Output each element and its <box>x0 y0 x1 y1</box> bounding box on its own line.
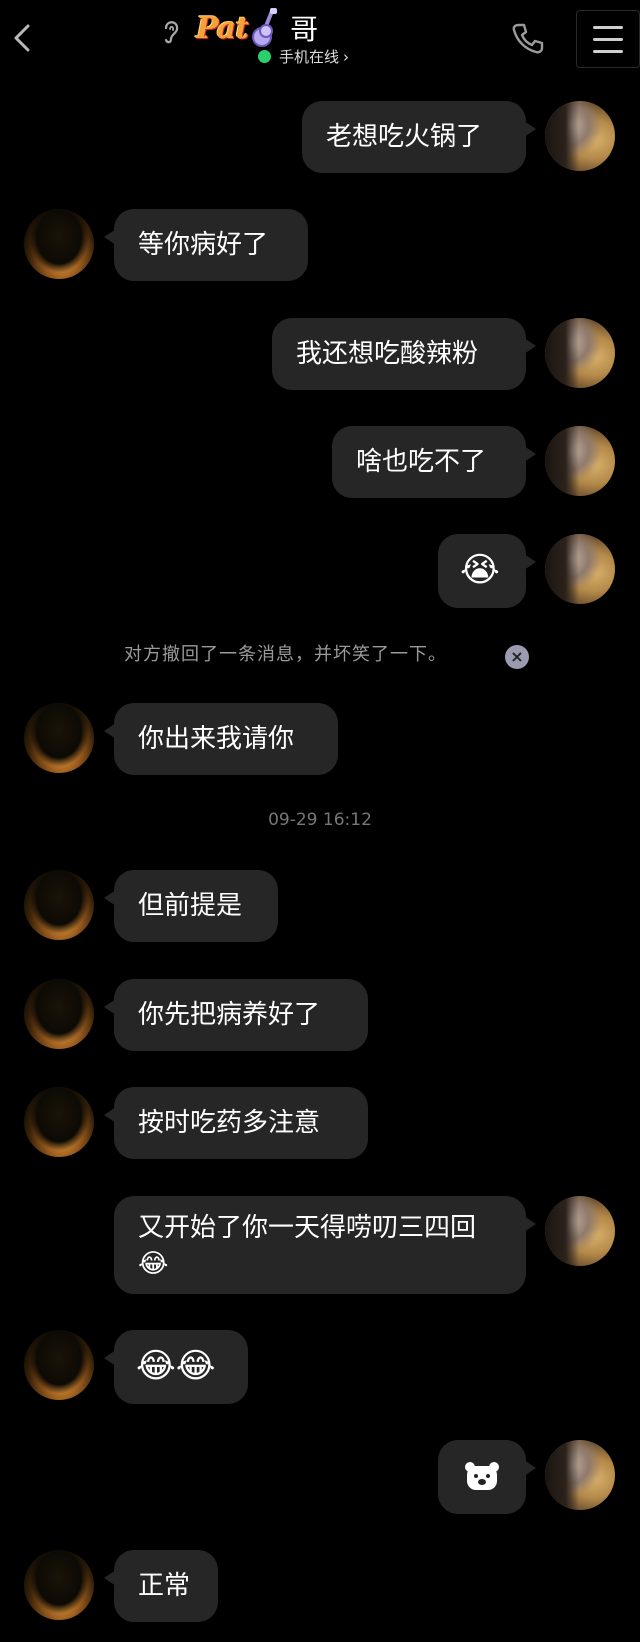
name-suffix: 哥 <box>290 13 319 46</box>
avatar-contact[interactable] <box>24 703 94 773</box>
name-badge: Pat <box>196 10 249 46</box>
avatar-contact[interactable] <box>24 1087 94 1157</box>
message-bubble[interactable]: 我还想吃酸辣粉 <box>272 318 536 390</box>
avatar-self[interactable] <box>545 534 615 604</box>
avatar-contact[interactable] <box>24 1550 94 1620</box>
timestamp: 09-29 16:12 <box>268 810 372 830</box>
avatar-contact[interactable] <box>24 979 94 1049</box>
close-icon[interactable]: × <box>505 645 529 669</box>
message-bubble[interactable]: 你先把病养好了 <box>104 979 368 1051</box>
chevron-right-icon: › <box>343 47 350 66</box>
message-bubble[interactable]: 啥也吃不了 <box>332 426 536 498</box>
message-bubble[interactable]: 😭 <box>438 534 536 608</box>
guitar-icon <box>252 8 278 47</box>
message-bubble[interactable]: 等你病好了 <box>104 209 308 281</box>
online-status[interactable]: 手机在线 › <box>258 46 349 67</box>
avatar-self[interactable] <box>545 318 615 388</box>
menu-button[interactable] <box>576 10 640 68</box>
bear-icon <box>465 1462 499 1490</box>
avatar-contact[interactable] <box>24 209 94 279</box>
message-bubble[interactable]: 你出来我请你 <box>104 703 338 775</box>
avatar-self[interactable] <box>545 426 615 496</box>
avatar-contact[interactable] <box>24 1330 94 1400</box>
message-bubble[interactable]: 正常 <box>104 1550 218 1622</box>
avatar-contact[interactable] <box>24 870 94 940</box>
back-icon[interactable] <box>10 20 34 56</box>
message-bubble[interactable]: 老想吃火锅了 <box>302 101 536 173</box>
message-bubble[interactable] <box>438 1440 536 1514</box>
avatar-self[interactable] <box>545 1196 615 1266</box>
menu-icon <box>593 25 623 29</box>
online-dot <box>258 50 271 63</box>
chat-header: Pat 哥 手机在线 › <box>0 0 640 72</box>
message-bubble[interactable]: 但前提是 <box>104 870 278 942</box>
message-bubble[interactable]: 又开始了你一天得唠叨三四回😂 <box>114 1196 536 1294</box>
phone-icon[interactable] <box>510 20 546 56</box>
avatar-self[interactable] <box>545 101 615 171</box>
status-text: 手机在线 <box>279 48 340 66</box>
contact-name[interactable]: Pat 哥 <box>196 6 318 50</box>
message-bubble[interactable]: 按时吃药多注意 <box>104 1087 368 1159</box>
message-bubble[interactable]: 😂😂 <box>104 1330 248 1404</box>
ear-icon[interactable] <box>160 16 182 46</box>
avatar-self[interactable] <box>545 1440 615 1510</box>
recall-notice: 对方撤回了一条消息，并坏笑了一下。 <box>124 644 447 665</box>
